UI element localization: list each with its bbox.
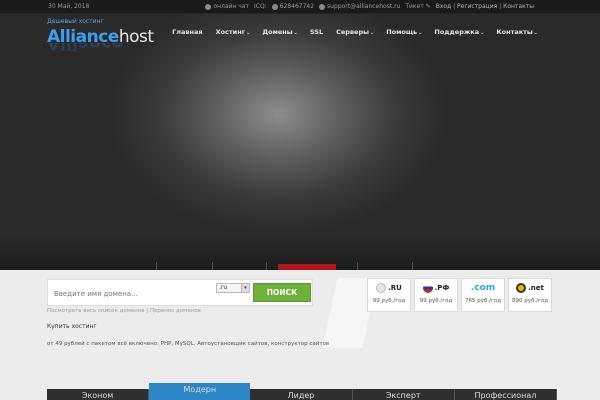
- chat-icon: [205, 3, 212, 10]
- email-link[interactable]: support@alliancehost.ru: [319, 0, 400, 13]
- login-link[interactable]: Вход: [436, 3, 452, 10]
- chevron-down-icon: ⌄: [293, 30, 298, 36]
- icq-icon: [271, 3, 278, 10]
- top-bar-right: онлайн чат ICQ: 628467742 support@allian…: [205, 0, 534, 13]
- hero-decor: [212, 262, 213, 270]
- zone-select[interactable]: .ru ▾: [216, 283, 250, 293]
- transfer-domains-link[interactable]: Перенос доменов: [150, 308, 201, 314]
- chevron-down-icon: ⌄: [418, 30, 423, 36]
- zone-card-net[interactable]: .net 890 руб./год: [508, 278, 552, 312]
- chevron-down-icon: ⌄: [533, 30, 538, 36]
- icq-number: 628467742: [271, 0, 314, 13]
- nav-item-help[interactable]: Помощь⌄: [380, 28, 428, 36]
- logo-tagline: Дешевый хостинг: [47, 18, 104, 25]
- contacts-link[interactable]: Контакты: [503, 3, 534, 10]
- tab-leader[interactable]: Лидер: [250, 389, 353, 400]
- chevron-down-icon: ⌄: [480, 30, 485, 36]
- nav-item-contacts[interactable]: Контакты⌄: [490, 28, 544, 36]
- logo-reflection: Alliance: [47, 43, 123, 53]
- chat-link[interactable]: онлайн чат: [205, 0, 249, 13]
- hero-decor: [357, 262, 358, 270]
- nav-item-hosting[interactable]: Хостинг⌄: [210, 28, 257, 36]
- plan-tabs: Эконом Модерн Лидер Эксперт Профессионал: [47, 383, 558, 400]
- date-label: 30 Май, 2018: [48, 3, 90, 10]
- tab-econom[interactable]: Эконом: [47, 389, 150, 400]
- chevron-down-icon: ⌄: [246, 30, 251, 36]
- email-icon: [319, 3, 326, 10]
- search-button[interactable]: ПОИСК: [253, 283, 311, 302]
- register-link[interactable]: Регистрация: [457, 3, 497, 10]
- domain-search-box: .ru ▾ ПОИСК: [47, 279, 313, 306]
- ticket-link[interactable]: Тикет ✎: [405, 0, 430, 13]
- icq-label: ICQ:: [253, 3, 267, 10]
- top-bar: 30 Май, 2018 онлайн чат ICQ: 628467742 s…: [0, 0, 600, 14]
- russia-flag-icon: [422, 283, 433, 293]
- ticket-icon: ✎: [425, 3, 431, 10]
- domain-zones: .RU 99 руб./год .РФ 99 руб./год .com 765…: [367, 278, 552, 312]
- chevron-down-icon: ▾: [241, 284, 249, 292]
- domain-search-input[interactable]: [54, 286, 214, 301]
- nav-item-ssl[interactable]: SSL: [304, 28, 330, 36]
- nav-item-support[interactable]: Поддержка⌄: [428, 28, 490, 36]
- net-circle-icon: [516, 283, 527, 293]
- hosting-description: от 49 рублей с пакетом всё включено: PHP…: [47, 341, 330, 347]
- main-nav: Главная Хостинг⌄ Домены⌄ SSL Серверы⌄ По…: [166, 28, 544, 36]
- hero-decor: [412, 262, 413, 270]
- nav-item-home[interactable]: Главная: [166, 28, 209, 36]
- tab-modern[interactable]: Модерн: [149, 383, 251, 400]
- tab-expert[interactable]: Эксперт: [352, 389, 455, 400]
- chevron-down-icon: ⌄: [369, 30, 375, 36]
- account-links: Вход | Регистрация | Контакты: [435, 3, 534, 10]
- hero-decor: [266, 262, 267, 270]
- zone-card-com[interactable]: .com 765 руб./год: [461, 278, 505, 312]
- hero-decor: [156, 262, 157, 270]
- nav-item-servers[interactable]: Серверы⌄: [330, 28, 380, 36]
- zone-card-ru[interactable]: .RU 99 руб./год: [367, 278, 411, 312]
- ru-flag-icon: [376, 283, 387, 293]
- nav-item-domains[interactable]: Домены⌄: [256, 28, 304, 36]
- tab-professional[interactable]: Профессионал: [454, 389, 558, 400]
- buy-hosting-title: Купить хостинг: [47, 323, 97, 330]
- all-domains-link[interactable]: Посмотреть весь список доменов: [47, 308, 145, 314]
- domain-links: Посмотреть весь список доменов | Перенос…: [47, 308, 201, 314]
- zone-card-rf[interactable]: .РФ 99 руб./год: [414, 278, 458, 312]
